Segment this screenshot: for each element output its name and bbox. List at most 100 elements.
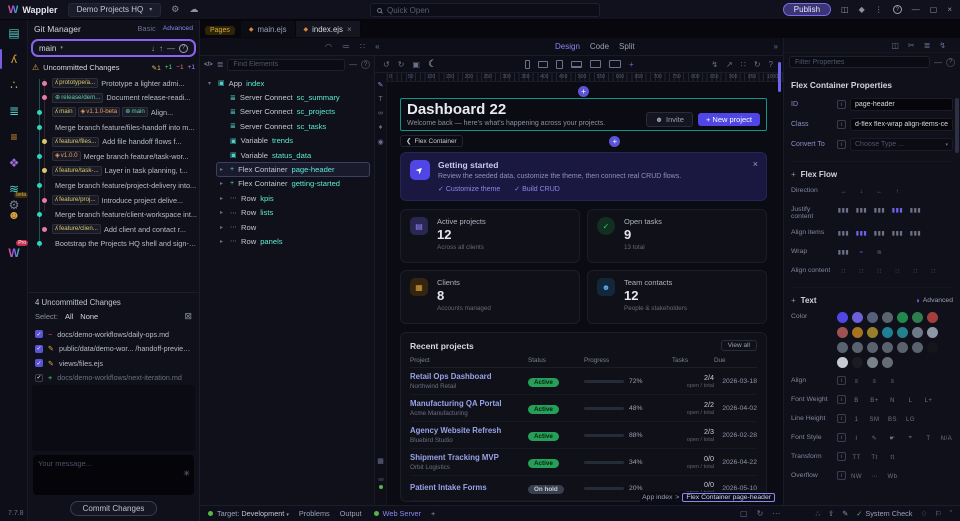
- option-button[interactable]: ▮▮▮: [909, 205, 922, 216]
- canvas-scrollbar[interactable]: [778, 62, 781, 92]
- device-phone-icon[interactable]: [525, 60, 530, 69]
- visibility-eye-icon[interactable]: ◉: [377, 138, 383, 146]
- toggle-icon[interactable]: [378, 478, 384, 481]
- ref-tag[interactable]: ʎ feature/clien...: [52, 224, 101, 234]
- ref-tag[interactable]: ◈ v1.1.0-beta: [78, 107, 121, 117]
- option-button[interactable]: B: [850, 395, 863, 406]
- new-project-button[interactable]: + New project: [698, 113, 760, 126]
- option-button[interactable]: ∷: [873, 266, 886, 277]
- select-none-button[interactable]: None: [80, 312, 98, 321]
- settings-gear-icon[interactable]: ⚙: [171, 4, 179, 15]
- chevron-down-icon[interactable]: ▾: [60, 45, 63, 51]
- open-external-icon[interactable]: ↗: [726, 60, 733, 69]
- ref-tag[interactable]: ⊕ main: [122, 107, 148, 117]
- help-icon[interactable]: ?: [946, 58, 955, 67]
- panel-scrollbar[interactable]: [955, 98, 959, 153]
- kpi-card[interactable]: ▦ Clients 8 Accounts managed: [400, 270, 580, 324]
- option-button[interactable]: ▮▮▮: [873, 228, 886, 239]
- window-icon[interactable]: ▢: [740, 509, 748, 518]
- commit-row[interactable]: ◈ v1.0.0 Merge branch feature/task-wor..…: [32, 149, 197, 164]
- option-button[interactable]: ∷: [837, 266, 850, 277]
- info-icon[interactable]: i: [837, 414, 846, 423]
- commit-row[interactable]: ʎ main ◈ v1.1.0-beta ⊕ main: [32, 105, 197, 120]
- option-button[interactable]: ≋: [873, 247, 886, 258]
- option-button[interactable]: B+: [868, 395, 881, 406]
- cut-scissors-icon[interactable]: ✂: [908, 41, 915, 50]
- collapse-panel-icon[interactable]: —: [934, 58, 942, 67]
- color-swatch[interactable]: [852, 312, 863, 323]
- commit-row[interactable]: ʎ prototype/a... Prototype a lighter adm…: [32, 76, 197, 91]
- ref-tag[interactable]: ʎ feature/task-...: [52, 166, 102, 176]
- flag-icon[interactable]: ⚐: [935, 509, 942, 518]
- option-button[interactable]: ▮▮▮: [873, 205, 886, 216]
- info-icon[interactable]: i: [837, 471, 846, 480]
- option-button[interactable]: I: [850, 433, 863, 444]
- option-button[interactable]: N: [886, 395, 899, 406]
- screenshot-camera-icon[interactable]: ▣: [412, 60, 420, 69]
- color-swatch[interactable]: [867, 312, 878, 323]
- tree-node[interactable]: ▸ ⋯ Row: [216, 220, 370, 234]
- color-swatch[interactable]: [927, 312, 938, 323]
- color-swatch[interactable]: [927, 327, 938, 338]
- ref-tag[interactable]: ʎ feature/files...: [52, 137, 99, 147]
- color-swatch[interactable]: [912, 312, 923, 323]
- changed-file-row[interactable]: ✓ ✎ views/files.ejs: [32, 356, 195, 371]
- tree-node[interactable]: ≣ Server Connect sc_summary: [216, 90, 370, 104]
- view-mode-design[interactable]: Design: [555, 42, 580, 51]
- info-icon[interactable]: i: [837, 433, 846, 442]
- table-row[interactable]: Agency Website Refresh Bluebird Studio A…: [410, 422, 757, 449]
- tree-view-icon[interactable]: ≣: [217, 60, 224, 69]
- system-check-button[interactable]: ✓ System Check: [856, 509, 912, 518]
- color-swatch[interactable]: [882, 357, 893, 368]
- commit-row[interactable]: Merge branch feature/project-delivery in…: [32, 178, 197, 193]
- color-swatch[interactable]: [897, 342, 908, 353]
- cloud-sync-icon[interactable]: ☁: [189, 4, 198, 15]
- breadcrumb-current[interactable]: Flex Container page-header: [682, 493, 775, 502]
- option-button[interactable]: BS: [886, 414, 899, 425]
- info-icon[interactable]: i: [837, 140, 846, 149]
- option-button[interactable]: ∷: [927, 266, 940, 277]
- info-icon[interactable]: i: [837, 120, 846, 129]
- git-mode-advanced[interactable]: Advanced: [163, 25, 193, 32]
- thumbs-up-icon[interactable]: ⇧: [828, 509, 834, 518]
- select-all-button[interactable]: All: [65, 312, 73, 321]
- option-button[interactable]: ☛: [886, 433, 899, 444]
- table-row[interactable]: Shipment Tracking MVP Orbit Logistics Ac…: [410, 449, 757, 476]
- color-swatch[interactable]: [927, 342, 938, 353]
- commit-row[interactable]: Merge branch feature/client-workspace in…: [32, 207, 197, 222]
- caret-icon[interactable]: ▸: [220, 180, 226, 187]
- option-button[interactable]: LG: [904, 414, 917, 425]
- ref-tag[interactable]: ʎ feature/proj...: [52, 195, 99, 205]
- uncommitted-changes-row[interactable]: ⚠ Uncommitted Changes ✎1 +1 −1 +1: [32, 61, 195, 74]
- output-button[interactable]: Output: [340, 509, 362, 518]
- color-swatch[interactable]: [882, 312, 893, 323]
- dynamic-lightning-icon[interactable]: ↯: [939, 41, 946, 50]
- ref-tag[interactable]: ⊕ release/dem...: [52, 93, 103, 103]
- option-button[interactable]: T: [922, 433, 935, 444]
- table-row[interactable]: Retail Ops Dashboard Northwind Retail Ac…: [410, 368, 757, 395]
- tree-node[interactable]: ≣ Server Connect sc_tasks: [216, 119, 370, 133]
- option-button[interactable]: ⋯: [868, 471, 881, 482]
- help-icon[interactable]: ?: [179, 44, 188, 53]
- color-swatch[interactable]: [837, 357, 848, 368]
- color-swatch[interactable]: [852, 357, 863, 368]
- add-panel-icon[interactable]: +: [431, 509, 435, 518]
- help-icon[interactable]: ?: [893, 5, 902, 14]
- commit-row[interactable]: ʎ feature/task-... Layer in task plannin…: [32, 164, 197, 179]
- color-swatch[interactable]: [852, 342, 863, 353]
- tree-node[interactable]: ▣ Variable status_data: [216, 148, 370, 162]
- tree-node[interactable]: ▣ Variable trends: [216, 134, 370, 148]
- commit-row[interactable]: ʎ feature/clien... Add client and contac…: [32, 222, 197, 237]
- option-button[interactable]: Wb: [886, 471, 899, 482]
- kpi-card[interactable]: ☻ Team contacts 12 People & stakeholders: [587, 270, 767, 324]
- file-checkbox[interactable]: ✓: [35, 345, 43, 353]
- changed-file-row[interactable]: ✓ ✎ public/data/demo-wor... /handoff-pre…: [32, 342, 195, 357]
- redo-icon[interactable]: ↻: [398, 60, 405, 69]
- option-button[interactable]: ≡: [850, 376, 863, 387]
- collapse-left-icon[interactable]: «: [375, 42, 379, 51]
- actions-lightning-icon[interactable]: ↯: [711, 60, 718, 69]
- commit-row[interactable]: ʎ feature/proj... Introduce project deli…: [32, 193, 197, 208]
- layout-panels-icon[interactable]: ◫: [841, 5, 849, 14]
- rail-item[interactable]: ▤: [0, 20, 28, 46]
- edit-panel-icon[interactable]: ◫: [891, 41, 899, 50]
